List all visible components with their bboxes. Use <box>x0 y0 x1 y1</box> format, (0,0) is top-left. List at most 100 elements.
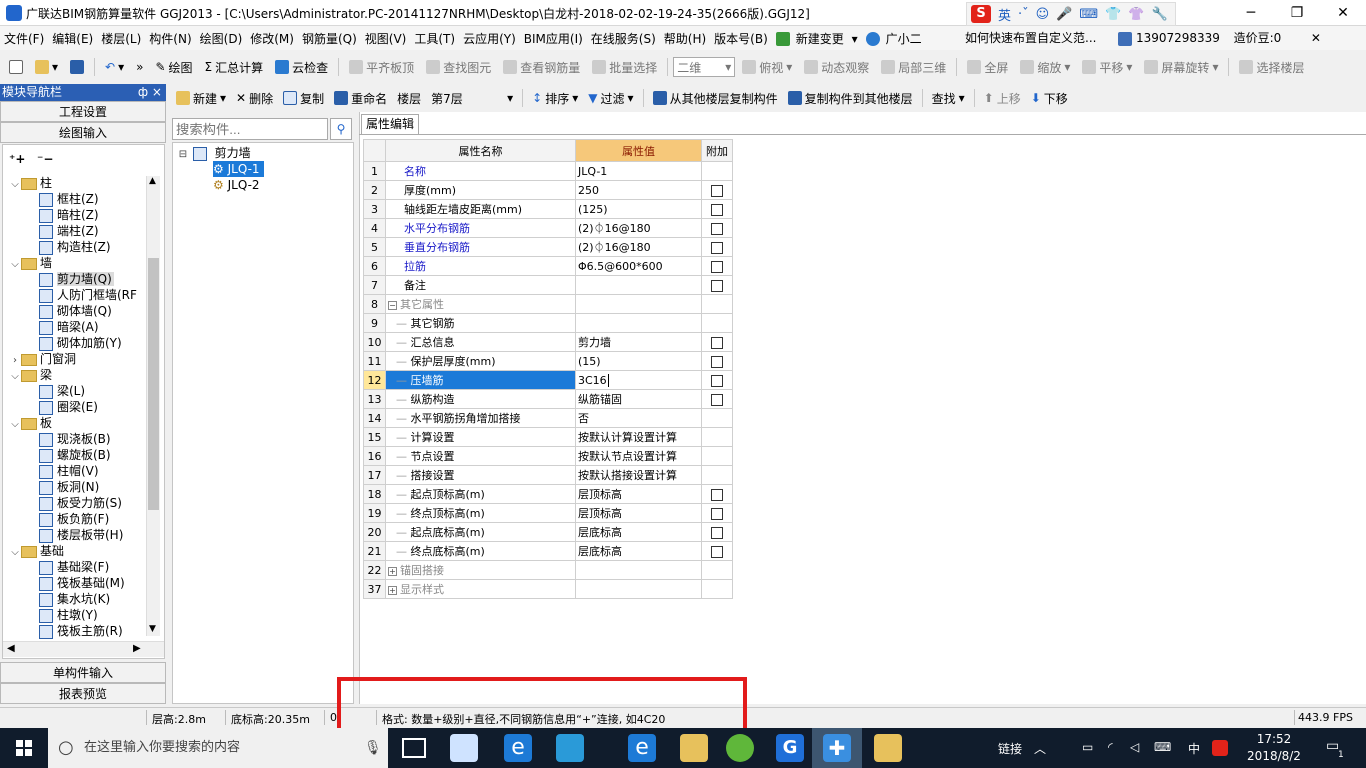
microphone-icon[interactable]: 🎙 <box>364 728 382 768</box>
attach-checkbox[interactable] <box>711 526 723 539</box>
ime-skin-icon[interactable]: 👕 <box>1105 7 1121 22</box>
undo-button[interactable]: ↶ ▾ <box>100 60 129 74</box>
component-root[interactable]: ⊟ 剪力墙 <box>177 145 251 161</box>
delete-button[interactable]: ✕ 删除 <box>232 90 277 107</box>
menu-edit[interactable]: 编辑(E) <box>48 30 97 47</box>
batch-select-button[interactable]: 批量选择 <box>587 59 662 76</box>
property-value-cell[interactable]: (15) <box>575 351 702 371</box>
attach-checkbox[interactable] <box>711 336 723 349</box>
extra-cell[interactable] <box>701 256 733 276</box>
property-value-cell[interactable]: 按默认搭接设置计算 <box>575 465 702 485</box>
sogou-tray-icon[interactable] <box>1212 740 1228 756</box>
collapse-icon[interactable]: − <box>388 300 397 310</box>
scroll-right-icon[interactable]: ▶ <box>133 643 141 654</box>
property-row[interactable]: 3 轴线距左墙皮距离(mm) (125) <box>363 199 733 219</box>
maximize-button[interactable]: ❐ <box>1274 0 1320 26</box>
menu-assistant[interactable]: 广小二 <box>862 30 930 47</box>
notes-app-icon[interactable] <box>874 734 902 762</box>
property-row[interactable]: 16— 节点设置 按默认节点设置计算 <box>363 446 733 466</box>
scroll-down-icon[interactable]: ▼ <box>149 624 156 634</box>
property-value-cell[interactable]: JLQ-1 <box>575 161 702 181</box>
property-value-cell[interactable] <box>575 313 702 333</box>
extra-cell[interactable] <box>701 332 733 352</box>
chevron-down-icon[interactable]: ⌵ <box>9 177 21 193</box>
minimize-button[interactable]: ─ <box>1228 0 1274 26</box>
property-value-cell[interactable]: 3C16 <box>575 370 702 390</box>
menu-online[interactable]: 在线服务(S) <box>587 30 660 47</box>
system-clock[interactable]: 17:52 2018/8/2 <box>1234 731 1314 765</box>
menu-component[interactable]: 构件(N) <box>145 30 195 47</box>
menu-bim[interactable]: BIM应用(I) <box>520 30 587 47</box>
property-row[interactable]: 10— 汇总信息 剪力墙 <box>363 332 733 352</box>
attach-checkbox[interactable] <box>711 184 723 197</box>
cloud-check-button[interactable]: 云检查 <box>270 59 333 76</box>
extra-cell[interactable] <box>701 484 733 504</box>
extra-cell[interactable] <box>701 180 733 200</box>
scroll-left-icon[interactable]: ◀ <box>7 643 15 654</box>
move-up-button[interactable]: ⬆ 上移 <box>980 90 1025 107</box>
menu-version[interactable]: 版本号(B) <box>710 30 772 47</box>
attach-checkbox[interactable] <box>711 507 723 520</box>
volume-icon[interactable]: ◁ <box>1130 740 1139 754</box>
nav-pin-close-icon[interactable]: ф × <box>138 84 162 101</box>
property-row[interactable]: 12— 压墙筋 3C16 <box>363 370 733 390</box>
property-value-cell[interactable]: 层底标高 <box>575 541 702 561</box>
property-row[interactable]: 7 备注 <box>363 275 733 295</box>
property-row[interactable]: 21— 终点底标高(m) 层底标高 <box>363 541 733 561</box>
chevron-down-icon[interactable]: ⌵ <box>9 545 21 561</box>
wifi-icon[interactable]: ◜ <box>1108 740 1113 754</box>
chevron-down-icon[interactable]: ⌵ <box>9 257 21 273</box>
find-button[interactable]: 查找 ▾ <box>928 90 969 107</box>
component-item[interactable]: ⚙ JLQ-2 <box>213 177 260 193</box>
extra-cell[interactable] <box>701 275 733 295</box>
copy-from-floor-button[interactable]: 从其他楼层复制构件 <box>649 90 782 107</box>
collapse-icon[interactable]: ⊟ <box>177 147 189 163</box>
property-row[interactable]: 8− 其它属性 <box>363 294 733 314</box>
property-value-cell[interactable] <box>575 579 702 599</box>
property-value-cell[interactable]: 层顶标高 <box>575 503 702 523</box>
floor-select[interactable]: 第7层 ▾ <box>427 88 517 108</box>
sum-calc-button[interactable]: Σ 汇总计算 <box>200 59 269 76</box>
drawing-input-button[interactable]: 绘图输入 <box>0 122 166 143</box>
user-phone[interactable]: 13907298339 <box>1136 31 1220 45</box>
copy-to-floor-button[interactable]: 复制构件到其他楼层 <box>784 90 917 107</box>
ime-shirt-icon[interactable]: 👚 <box>1128 7 1144 22</box>
new-component-button[interactable]: 新建 ▾ <box>172 90 230 107</box>
glodon-g-icon[interactable]: G <box>776 734 804 762</box>
rotate-button[interactable]: 屏幕旋转 ▾ <box>1139 59 1223 76</box>
keyboard-icon[interactable]: ⌨ <box>1154 740 1171 754</box>
top-view-button[interactable]: 俯视 ▾ <box>737 59 797 76</box>
ime-toolbar[interactable]: S 英 ·ˇ ☺ 🎤 ⌨ 👕 👚 🔧 <box>966 2 1176 26</box>
copy-button[interactable]: 复制 <box>279 90 328 107</box>
ime-emoji-icon[interactable]: ☺ <box>1036 7 1050 22</box>
extra-cell[interactable] <box>701 541 733 561</box>
select-floor-button[interactable]: 选择楼层 <box>1234 59 1309 76</box>
extra-cell[interactable] <box>701 199 733 219</box>
tree-item[interactable]: 暗梁(A) <box>39 319 99 335</box>
expand-icon[interactable]: + <box>388 585 397 595</box>
tree-item[interactable]: 梁(L) <box>39 383 85 399</box>
property-value-cell[interactable] <box>575 294 702 314</box>
menu-floor[interactable]: 楼层(L) <box>97 30 145 47</box>
network-adapter-icon[interactable]: ▭ <box>1082 740 1093 754</box>
ime-voice-icon[interactable]: 🎤 <box>1056 7 1072 22</box>
menu-tools[interactable]: 工具(T) <box>410 30 459 47</box>
property-row[interactable]: 9— 其它钢筋 <box>363 313 733 333</box>
tab-property-edit[interactable]: 属性编辑 <box>361 114 419 134</box>
sogou-logo-icon[interactable]: S <box>971 5 991 23</box>
report-preview-button[interactable]: 报表预览 <box>0 683 166 704</box>
toolbar-overflow-1[interactable]: » <box>131 60 148 74</box>
tree-item[interactable]: 筏板基础(M) <box>39 575 125 591</box>
extra-cell[interactable] <box>701 503 733 523</box>
property-row[interactable]: 1 名称 JLQ-1 <box>363 161 733 181</box>
tree-item[interactable]: 螺旋板(B) <box>39 447 111 463</box>
menubar-close-icon[interactable]: ✕ <box>1311 31 1321 45</box>
tray-expand-icon[interactable]: ︿ <box>1034 740 1046 757</box>
tree-item[interactable]: 现浇板(B) <box>39 431 111 447</box>
property-value-cell[interactable]: 否 <box>575 408 702 428</box>
tree-item[interactable]: 端柱(Z) <box>39 223 99 239</box>
menu-cloud[interactable]: 云应用(Y) <box>459 30 520 47</box>
tree-item[interactable]: 人防门框墙(RF <box>39 287 137 303</box>
tree-group[interactable]: ⌵ 柱 <box>9 175 52 191</box>
property-row[interactable]: 19— 终点顶标高(m) 层顶标高 <box>363 503 733 523</box>
